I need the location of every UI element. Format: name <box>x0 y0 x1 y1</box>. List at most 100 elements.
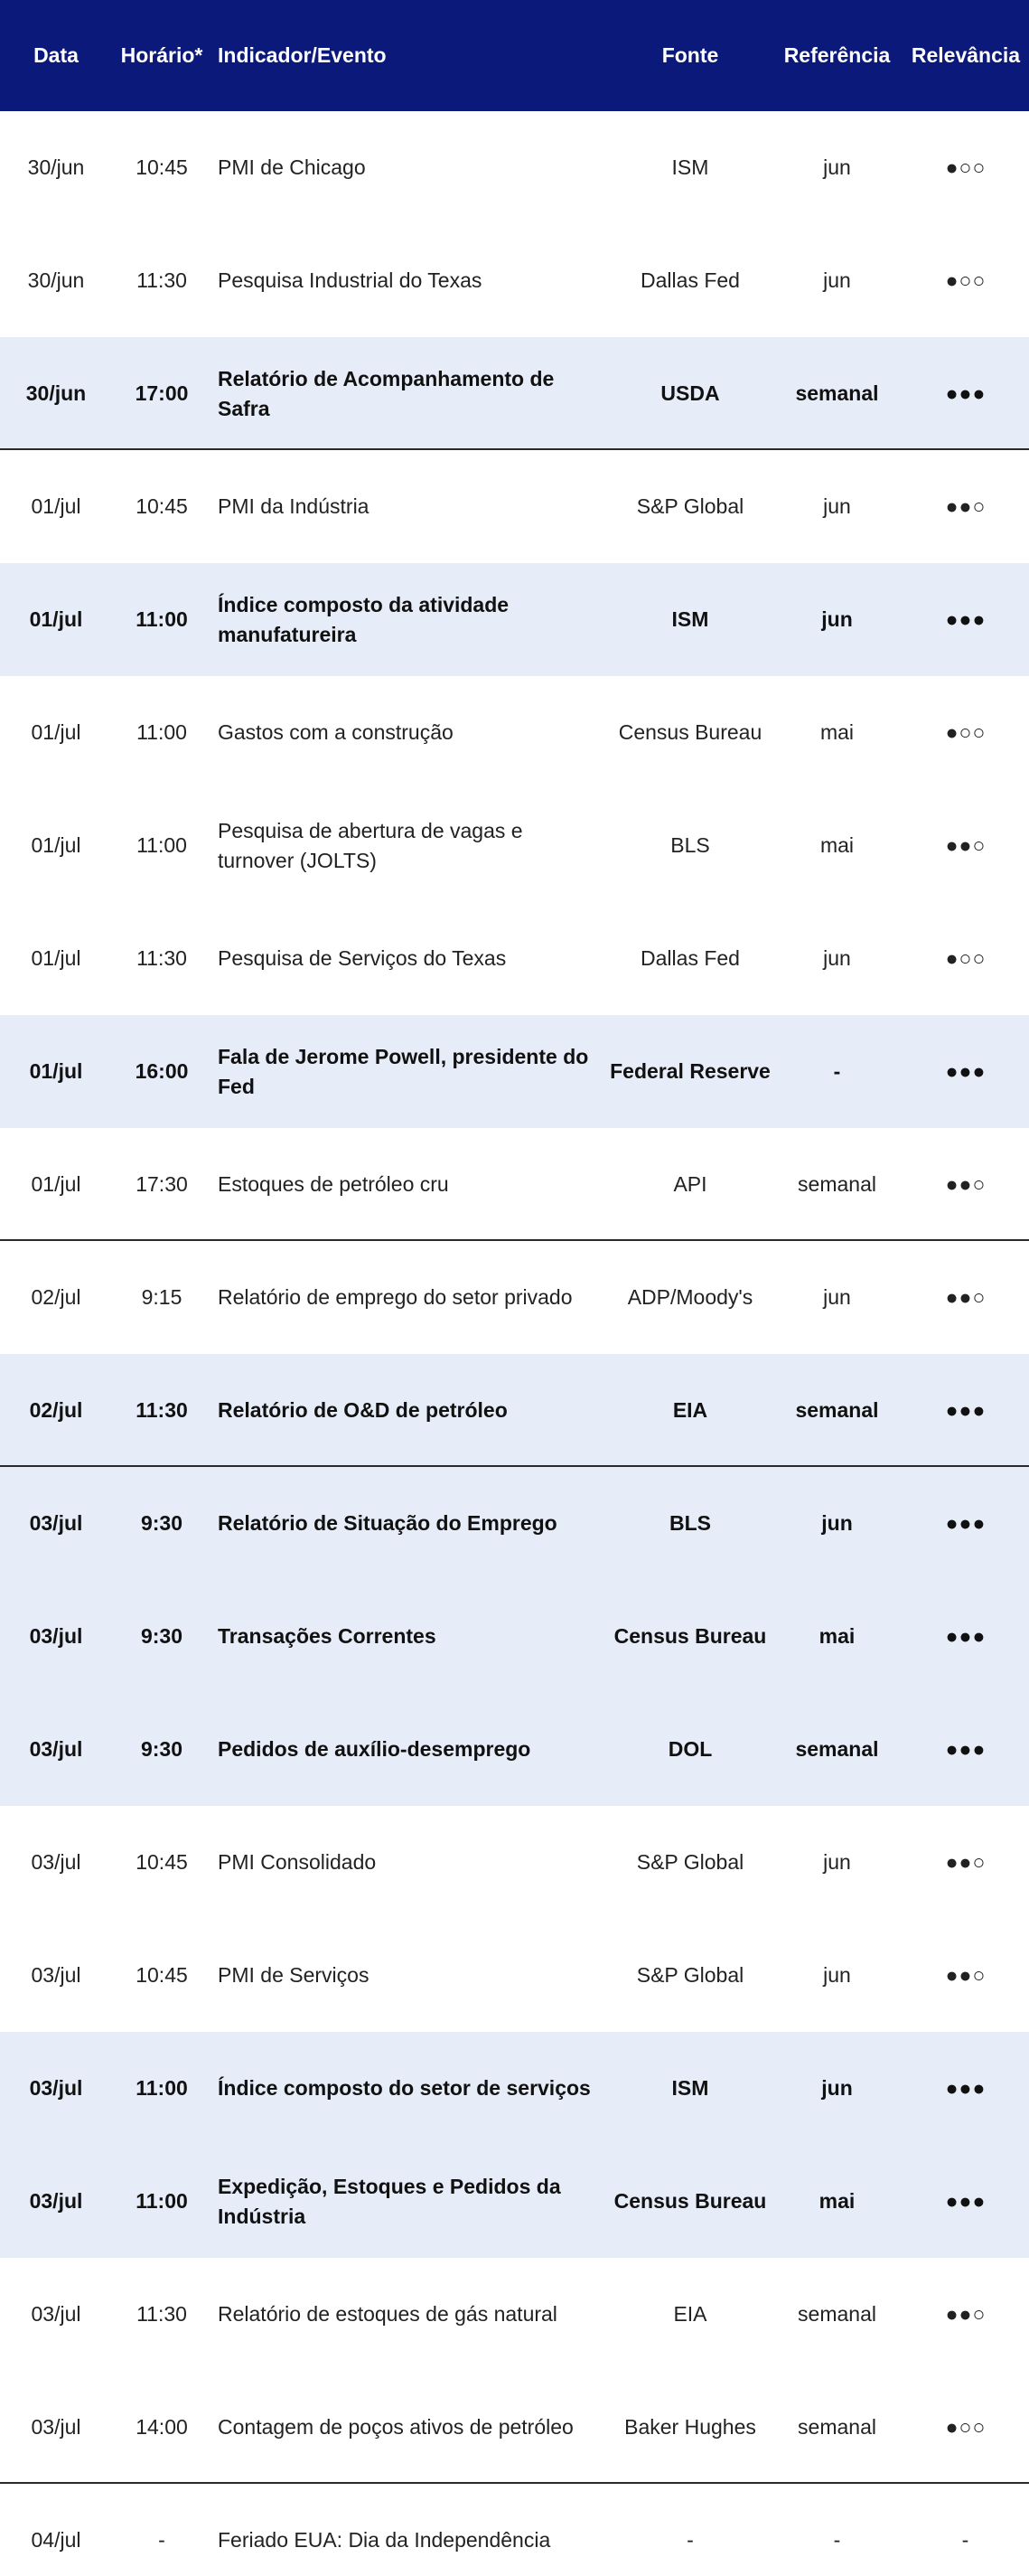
cell-time: 9:30 <box>140 1624 183 1648</box>
cell-reference: semanal <box>798 1172 876 1196</box>
table-row: 03/jul 11:00 Expedição, Estoques e Pedidos… <box>0 2145 1029 2258</box>
cell-event: Relatório de O&D de petróleo <box>218 1398 508 1422</box>
table-row: 03/jul 11:00 Índice composto do setor de s… <box>0 2032 1029 2145</box>
cell-time: 11:00 <box>136 2189 188 2213</box>
cell-event: Gastos com a construção <box>218 720 454 744</box>
cell-date: 01/jul <box>31 720 81 744</box>
cell-event: Índice composto da atividade manufaturei… <box>218 592 510 646</box>
cell-reference: jun <box>823 268 851 292</box>
cell-time: 10:45 <box>136 494 188 518</box>
cell-event: Relatório de emprego do setor privado <box>218 1285 573 1309</box>
cell-time: 11:30 <box>136 268 187 292</box>
cell-event: PMI da Indústria <box>218 494 370 518</box>
cell-source: ISM <box>671 2076 709 2100</box>
cell-source: EIA <box>672 1398 708 1422</box>
cell-time: 11:30 <box>136 946 187 970</box>
cell-reference: jun <box>823 155 851 179</box>
relevance-dots: ●●○ <box>945 1850 987 1874</box>
cell-event: Transações Correntes <box>218 1624 436 1648</box>
cell-date: 30/jun <box>27 155 85 179</box>
relevance-dots: ●●● <box>945 1059 987 1083</box>
cell-event: Relatório de Acompanhamento de Safra <box>218 366 555 420</box>
cell-event: Estoques de petróleo cru <box>218 1172 449 1196</box>
cell-time: 11:00 <box>136 607 188 631</box>
cell-reference: jun <box>821 1511 853 1535</box>
table-row: 01/jul 17:30 Estoques de petróleo cru API se… <box>0 1128 1029 1241</box>
cell-source: BLS <box>670 833 710 857</box>
cell-reference: mai <box>819 2189 856 2213</box>
table-row: 30/jun 11:30 Pesquisa Industrial do Texas D… <box>0 224 1029 337</box>
relevance-dots: ●●● <box>945 1737 987 1761</box>
header-event: Indicador/Evento <box>218 43 387 67</box>
cell-time: 10:45 <box>136 155 188 179</box>
cell-date: 02/jul <box>29 1398 83 1422</box>
table-header: Data Horário* Indicador/Evento Fonte Ref… <box>0 0 1029 111</box>
relevance-dots: ●○○ <box>945 720 987 744</box>
relevance-dots: ●○○ <box>945 2415 987 2439</box>
cell-reference: jun <box>823 1850 851 1874</box>
cell-source: DOL <box>668 1737 713 1761</box>
cell-time: 9:15 <box>141 1285 182 1309</box>
relevance-dots: ●●● <box>945 1511 987 1535</box>
cell-source: BLS <box>669 1511 711 1535</box>
cell-time: 14:00 <box>136 2415 188 2439</box>
cell-source: ADP/Moody's <box>627 1285 753 1309</box>
table-row: 03/jul 11:30 Relatório de estoques de gás … <box>0 2258 1029 2371</box>
relevance-dots: ●●○ <box>945 1963 987 1987</box>
cell-time: 9:30 <box>140 1511 183 1535</box>
table-row: 01/jul 16:00 Fala de Jerome Powell, presid… <box>0 1015 1029 1128</box>
relevance-dots: ●○○ <box>945 155 987 179</box>
cell-source: S&P Global <box>636 1850 744 1874</box>
economic-calendar-table: Data Horário* Indicador/Evento Fonte Ref… <box>0 0 1029 2576</box>
cell-source: Census Bureau <box>613 2189 767 2213</box>
cell-date: 03/jul <box>31 2302 81 2326</box>
cell-source: S&P Global <box>636 494 744 518</box>
relevance-dots: ●○○ <box>945 268 987 292</box>
cell-date: 03/jul <box>29 1624 83 1648</box>
cell-time: 9:30 <box>140 1737 183 1761</box>
cell-time: 11:00 <box>136 720 187 744</box>
cell-time: 17:30 <box>136 1172 188 1196</box>
cell-time: 11:00 <box>136 2076 188 2100</box>
cell-reference: mai <box>819 1624 856 1648</box>
cell-source: ISM <box>671 607 709 631</box>
header-reference: Referência <box>783 43 891 67</box>
cell-reference: - <box>833 1059 841 1083</box>
table-row: 03/jul 9:30 Transações Correntes Census Bur… <box>0 1580 1029 1693</box>
table-row: 01/jul 11:00 Gastos com a construção Census… <box>0 676 1029 789</box>
cell-source: API <box>673 1172 707 1196</box>
cell-event: Pedidos de auxílio-desemprego <box>218 1737 531 1761</box>
table-row: 03/jul 9:30 Pedidos de auxílio-desemprego D… <box>0 1693 1029 1806</box>
cell-source: Dallas Fed <box>641 946 740 970</box>
cell-event: PMI de Serviços <box>218 1963 370 1987</box>
cell-reference: semanal <box>795 1737 879 1761</box>
relevance-dots: ●●● <box>945 381 987 405</box>
cell-date: 01/jul <box>31 833 81 857</box>
cell-source: S&P Global <box>636 1963 744 1987</box>
cell-time: 11:30 <box>136 2302 187 2326</box>
table-row: 30/jun 10:45 PMI de Chicago ISM jun ●○○ <box>0 111 1029 224</box>
table-row: 03/jul 14:00 Contagem de poços ativos de p… <box>0 2371 1029 2484</box>
cell-date: 02/jul <box>31 1285 81 1309</box>
cell-event: PMI de Chicago <box>218 155 366 179</box>
cell-source: Dallas Fed <box>641 268 740 292</box>
cell-date: 04/jul <box>31 2528 81 2552</box>
cell-date: 03/jul <box>29 1511 83 1535</box>
relevance-dots: ●●● <box>945 2076 987 2100</box>
cell-date: 01/jul <box>29 1059 83 1083</box>
cell-event: Relatório de Situação do Emprego <box>218 1511 557 1535</box>
table-row: 03/jul 9:30 Relatório de Situação do Empre… <box>0 1467 1029 1580</box>
cell-reference: mai <box>819 720 855 744</box>
relevance-dots: ●●○ <box>945 2302 987 2326</box>
relevance-dots: ●○○ <box>945 946 987 970</box>
table-row: 01/jul 11:30 Pesquisa de Serviços do Texas… <box>0 902 1029 1015</box>
cell-reference: jun <box>823 1963 851 1987</box>
cell-date: 30/jun <box>27 268 85 292</box>
relevance-dots: ●●○ <box>945 1172 987 1196</box>
cell-source: USDA <box>660 381 720 405</box>
cell-source: - <box>687 2528 694 2552</box>
cell-time: - <box>158 2528 165 2552</box>
cell-date: 01/jul <box>31 946 81 970</box>
cell-source: Federal Reserve <box>610 1059 771 1083</box>
relevance-dots: - <box>961 2528 970 2552</box>
